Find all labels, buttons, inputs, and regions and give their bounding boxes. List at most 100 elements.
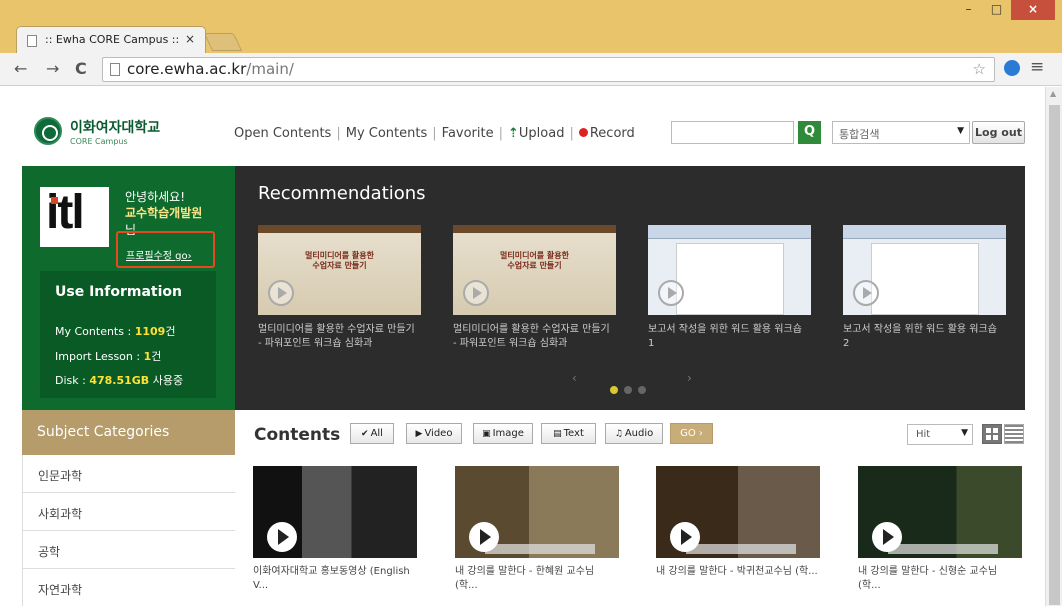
content-label[interactable]: 내 강의를 말한다 - 신형순 교수님 (학...	[858, 565, 1022, 593]
search-input[interactable]	[671, 121, 794, 144]
content-thumbnail[interactable]	[253, 466, 417, 558]
back-button[interactable]: ←	[14, 59, 27, 78]
play-icon[interactable]	[469, 522, 499, 552]
subtitle-bar	[888, 544, 998, 554]
browser-tab[interactable]: :: Ewha CORE Campus :: ×	[16, 26, 206, 53]
close-window-button[interactable]: ×	[1011, 0, 1055, 20]
recommendation-thumbnail[interactable]: 멀티미디어를 활용한 수업자료 만들기	[453, 225, 616, 315]
address-bar[interactable]: core.ewha.ac.kr/main/ ☆	[102, 57, 995, 82]
recommendation-label[interactable]: 멀티미디어를 활용한 수업자료 만들기 - 파워포인트 워크숍 심화과	[453, 323, 616, 351]
recommendation-label[interactable]: 멀티미디어를 활용한 수업자료 만들기 - 파워포인트 워크숍 심화과	[258, 323, 421, 351]
sort-value: Hit	[916, 429, 931, 440]
logo-korean: 이화여자대학교	[70, 120, 161, 136]
subtitle-bar	[686, 544, 796, 554]
profile-edit-link[interactable]: 프로필수정 go›	[126, 247, 192, 262]
slide-title-text: 멀티미디어를 활용한 수업자료 만들기	[304, 251, 375, 270]
recommendations-title: Recommendations	[258, 183, 426, 204]
content-thumbnail[interactable]	[858, 466, 1022, 558]
subject-item[interactable]: 인문과학	[22, 455, 235, 493]
recommendation-card[interactable]: 보고서 작성을 위한 워드 활용 워크숍 2	[843, 225, 1006, 351]
search-scope-select[interactable]: 통합검색 ▼	[832, 121, 970, 144]
play-icon[interactable]	[463, 280, 489, 306]
new-tab-button[interactable]	[203, 33, 243, 51]
carousel-dot[interactable]	[638, 386, 646, 394]
recommendation-label[interactable]: 보고서 작성을 위한 워드 활용 워크숍 1	[648, 323, 811, 351]
word-ribbon	[843, 225, 1006, 239]
carousel-prev-icon[interactable]: ‹	[572, 371, 577, 385]
filter-audio-button[interactable]: ♫ Audio	[605, 423, 663, 444]
recommendation-label[interactable]: 보고서 작성을 위한 워드 활용 워크숍 2	[843, 323, 1006, 351]
subject-item[interactable]: 사회과학	[22, 493, 235, 531]
content-thumbnail[interactable]	[455, 466, 619, 558]
browser-titlebar: :: Ewha CORE Campus :: × – □ ×	[0, 0, 1062, 53]
use-info-title: Use Information	[55, 284, 182, 300]
subject-item[interactable]: 자연과학	[22, 569, 235, 606]
content-card[interactable]: 내 강의를 말한다 - 박귀천교수님 (학...	[656, 466, 820, 593]
play-icon[interactable]	[267, 522, 297, 552]
subject-item[interactable]: 공학	[22, 531, 235, 569]
content-card[interactable]: 내 강의를 말한다 - 신형순 교수님 (학...	[858, 466, 1022, 593]
nav-open-contents[interactable]: Open Contents	[234, 126, 331, 141]
nav-my-contents[interactable]: My Contents	[346, 126, 428, 141]
slide-header-bar	[258, 225, 421, 233]
scrollbar-thumb[interactable]	[1049, 105, 1060, 605]
subject-categories-title: Subject Categories	[22, 410, 235, 455]
content-label[interactable]: 이화여자대학교 홍보동영상 (English V...	[253, 565, 417, 593]
filter-text-button[interactable]: ▤ Text	[541, 423, 596, 444]
audio-icon: ♫	[614, 429, 623, 439]
play-icon[interactable]	[658, 280, 684, 306]
subtitle-bar	[485, 544, 595, 554]
play-icon[interactable]	[670, 522, 700, 552]
page-scrollbar[interactable]: ▲	[1045, 87, 1062, 606]
site-logo[interactable]: 이화여자대학교 CORE Campus	[34, 115, 184, 151]
recommendation-card[interactable]: 멀티미디어를 활용한 수업자료 만들기 멀티미디어를 활용한 수업자료 만들기 …	[258, 225, 421, 351]
content-card[interactable]: 내 강의를 말한다 - 한혜원 교수님 (학...	[455, 466, 619, 593]
recommendation-thumbnail[interactable]	[843, 225, 1006, 315]
recommendation-card[interactable]: 멀티미디어를 활용한 수업자료 만들기 멀티미디어를 활용한 수업자료 만들기 …	[453, 225, 616, 351]
content-label[interactable]: 내 강의를 말한다 - 한혜원 교수님 (학...	[455, 565, 619, 593]
tab-title: :: Ewha CORE Campus ::	[45, 33, 180, 46]
extension-icon[interactable]	[1004, 60, 1020, 76]
carousel-next-icon[interactable]: ›	[687, 371, 692, 385]
recommendation-thumbnail[interactable]	[648, 225, 811, 315]
grid-view-icon[interactable]	[982, 424, 1002, 444]
nav-record-label: Record	[589, 126, 635, 141]
play-icon[interactable]	[853, 280, 879, 306]
carousel-dot[interactable]	[624, 386, 632, 394]
logout-button[interactable]: Log out	[972, 121, 1025, 144]
nav-separator: |	[498, 126, 503, 141]
nav-upload[interactable]: ⇡Upload	[508, 126, 564, 141]
stat-value: 1109	[134, 325, 166, 338]
reload-button[interactable]: C	[75, 59, 87, 78]
filter-image-button[interactable]: ▣ Image	[473, 423, 533, 444]
nav-favorite[interactable]: Favorite	[442, 126, 494, 141]
scroll-up-icon[interactable]: ▲	[1050, 89, 1056, 98]
content-card[interactable]: 이화여자대학교 홍보동영상 (English V...	[253, 466, 417, 593]
filter-go-button[interactable]: GO ›	[670, 423, 713, 444]
forward-button[interactable]: →	[46, 59, 59, 78]
carousel-dot[interactable]	[610, 386, 618, 394]
sort-select[interactable]: Hit ▼	[907, 424, 973, 445]
play-icon[interactable]	[872, 522, 902, 552]
content-label[interactable]: 내 강의를 말한다 - 박귀천교수님 (학...	[656, 565, 820, 593]
nav-record[interactable]: Record	[578, 126, 635, 141]
use-information: Use Information My Contents : 1109건 Impo…	[40, 271, 216, 398]
tab-close-icon[interactable]: ×	[185, 32, 195, 46]
search-button[interactable]: Q	[798, 121, 821, 144]
maximize-button[interactable]: □	[983, 0, 1010, 20]
filter-all-button[interactable]: ✔ All	[350, 423, 394, 444]
itl-logo-dot	[51, 197, 58, 204]
nav-separator: |	[432, 126, 437, 141]
recommendation-thumbnail[interactable]: 멀티미디어를 활용한 수업자료 만들기	[258, 225, 421, 315]
bookmark-star-icon[interactable]: ☆	[973, 60, 986, 78]
menu-icon[interactable]: ≡	[1030, 57, 1044, 77]
list-view-icon[interactable]	[1004, 424, 1024, 444]
url-path: /main/	[246, 60, 294, 78]
recommendation-card[interactable]: 보고서 작성을 위한 워드 활용 워크숍 1	[648, 225, 811, 351]
nav-upload-label: Upload	[518, 126, 565, 141]
filter-video-button[interactable]: ▶ Video	[406, 423, 462, 444]
carousel-pagination	[610, 379, 652, 398]
play-icon[interactable]	[268, 280, 294, 306]
content-thumbnail[interactable]	[656, 466, 820, 558]
minimize-button[interactable]: –	[955, 0, 982, 20]
